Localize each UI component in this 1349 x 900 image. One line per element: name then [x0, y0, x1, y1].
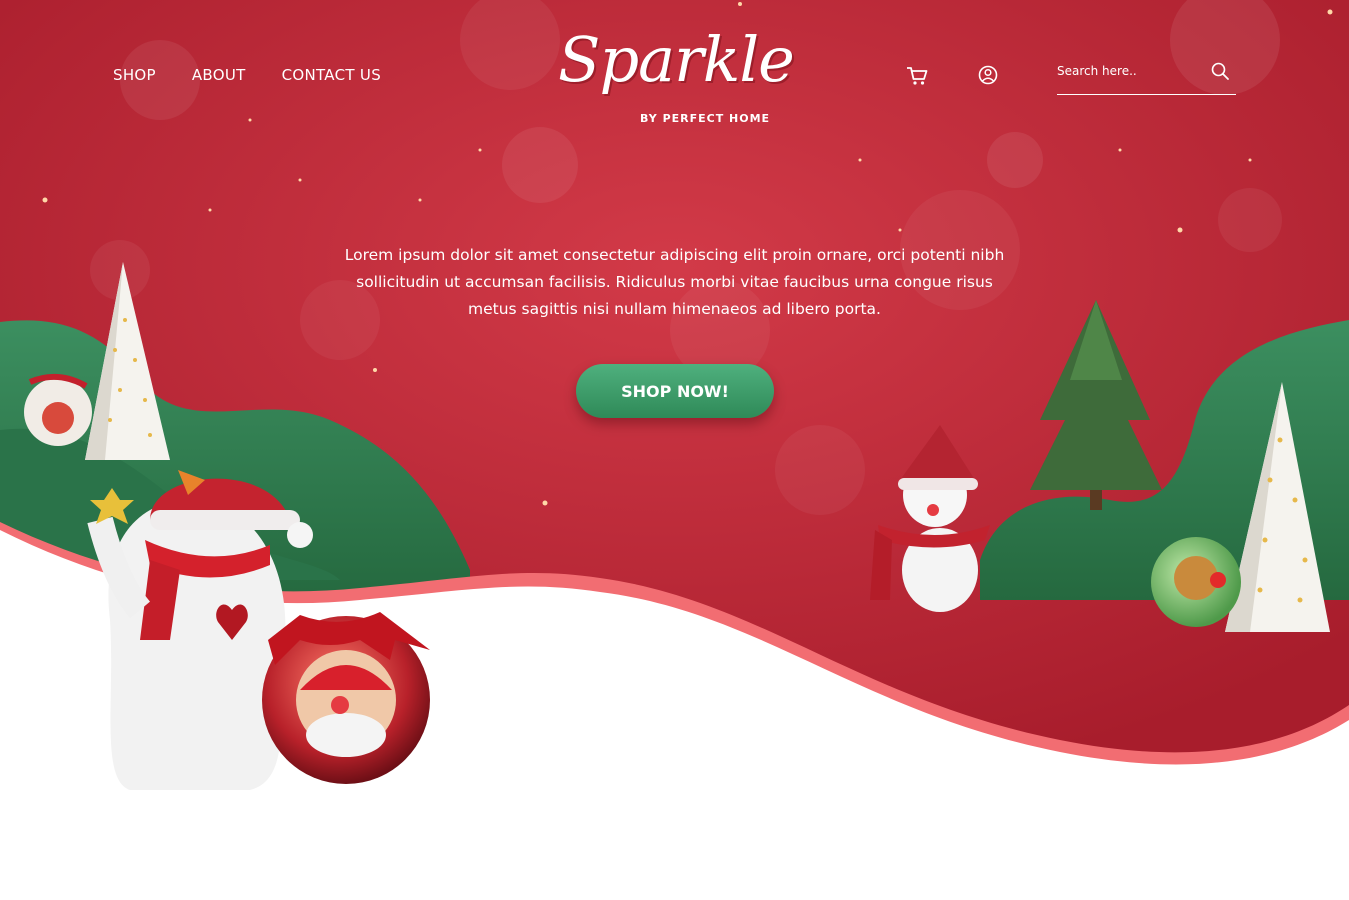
- nav-link-about[interactable]: ABOUT: [192, 66, 246, 84]
- hero-section: SHOP ABOUT CONTACT US Sparkle BY PERFECT…: [0, 0, 1349, 900]
- search-icon: [1211, 62, 1229, 80]
- brand-logo[interactable]: Sparkle BY PERFECT HOME: [558, 18, 795, 138]
- nav-link-contact[interactable]: CONTACT US: [282, 66, 381, 84]
- search-input[interactable]: [1057, 60, 1207, 82]
- search-bar: [1057, 56, 1236, 95]
- santa-ornament-illustration: [262, 612, 430, 784]
- logo-wordmark: Sparkle: [558, 23, 795, 96]
- account-button[interactable]: [975, 62, 1001, 88]
- cart-button[interactable]: [904, 62, 930, 88]
- snow-globe-illustration: [1151, 537, 1241, 627]
- nav-link-shop[interactable]: SHOP: [113, 66, 156, 84]
- cart-icon: [907, 67, 928, 85]
- logo-tagline: BY PERFECT HOME: [640, 112, 771, 125]
- main-nav: SHOP ABOUT CONTACT US: [113, 66, 381, 84]
- shop-now-button[interactable]: SHOP NOW!: [576, 364, 774, 418]
- search-button[interactable]: [1210, 61, 1230, 81]
- hero-description: Lorem ipsum dolor sit amet consectetur a…: [344, 246, 1005, 318]
- user-circle-icon: [978, 65, 998, 85]
